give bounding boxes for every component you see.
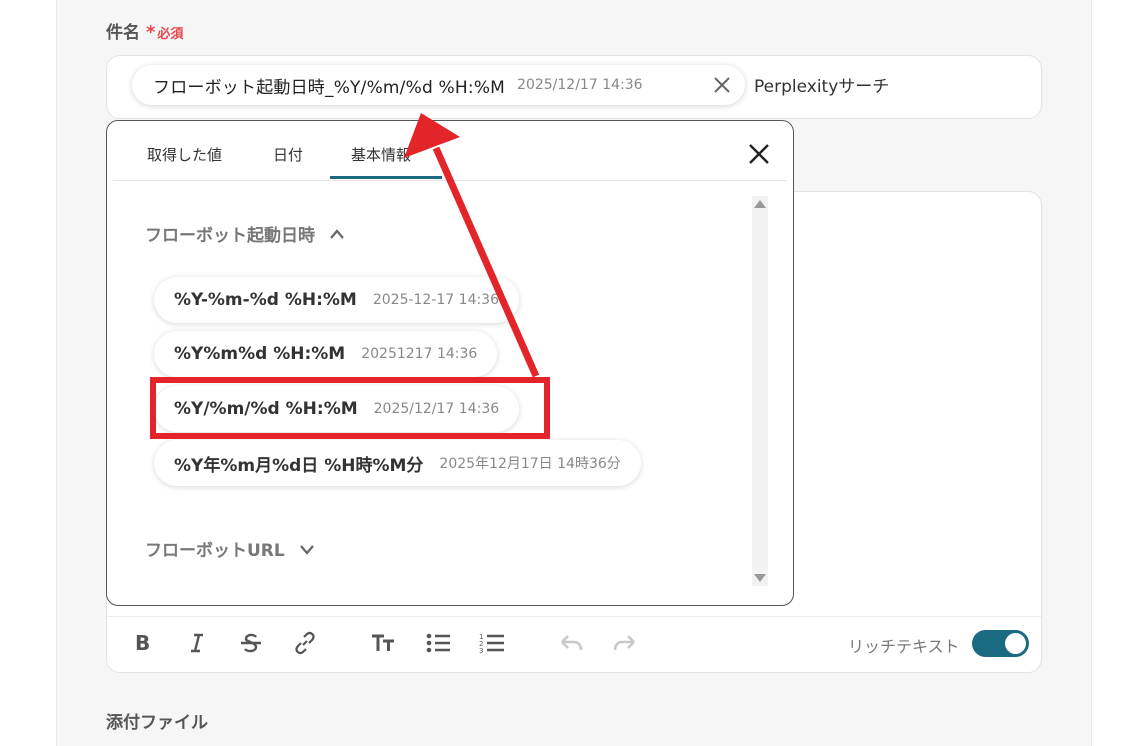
subject-suffix-text: Perplexityサーチ: [754, 77, 890, 97]
svg-text:B: B: [135, 631, 150, 655]
tab-acquired-values[interactable]: 取得した値: [147, 144, 222, 165]
close-icon[interactable]: [747, 142, 771, 166]
option-japanese-format[interactable]: %Y年%m月%d日 %H時%M分 2025年12月17日 14時36分: [154, 440, 641, 486]
option-value: 2025年12月17日 14時36分: [439, 456, 621, 472]
variable-picker-popup: 取得した値 日付 基本情報 フローボット起動日時 %Y-%m-%d %H:%M …: [106, 120, 794, 606]
subject-variable-chip[interactable]: フローボット起動日時_%Y/%m/%d %H:%M 2025/12/17 14:…: [132, 65, 745, 105]
bullet-list-icon[interactable]: [425, 630, 451, 656]
svg-text:3: 3: [479, 647, 483, 655]
scroll-down-icon[interactable]: [753, 573, 767, 583]
chevron-up-icon: [330, 228, 344, 239]
option-dash-format[interactable]: %Y-%m-%d %H:%M 2025-12-17 14:36: [154, 277, 520, 323]
strikethrough-icon[interactable]: [238, 630, 264, 656]
scrollbar-track[interactable]: [752, 196, 768, 586]
active-tab-indicator: [330, 176, 442, 179]
heading-icon[interactable]: [370, 630, 396, 656]
scroll-up-icon[interactable]: [753, 199, 767, 209]
undo-icon[interactable]: [558, 630, 584, 656]
required-star: *: [146, 22, 156, 43]
section-flowbot-start-datetime[interactable]: フローボット起動日時: [145, 221, 345, 246]
option-key: %Y%m%d %H:%M: [174, 344, 346, 364]
option-key: %Y-%m-%d %H:%M: [174, 290, 357, 310]
section-title: フローボットURL: [145, 541, 285, 561]
chevron-down-icon: [299, 544, 314, 555]
subject-label-text: 件名: [106, 23, 140, 43]
toggle-knob: [1005, 633, 1026, 654]
chip-key: フローボット起動日時_%Y/%m/%d %H:%M: [153, 77, 506, 98]
required-text: 必須: [157, 27, 184, 42]
section-title: フローボット起動日時: [145, 226, 315, 246]
option-value: 2025-12-17 14:36: [372, 292, 500, 308]
italic-icon[interactable]: [184, 630, 210, 656]
rich-text-toggle[interactable]: [972, 630, 1029, 657]
annotation-highlight-box: [150, 377, 550, 439]
attachment-label: 添付ファイル: [106, 713, 208, 733]
rich-text-label: リッチテキスト: [848, 637, 960, 656]
chip-value: 2025/12/17 14:36: [517, 77, 643, 93]
redo-icon[interactable]: [612, 630, 638, 656]
bold-icon[interactable]: B: [130, 630, 156, 656]
option-key: %Y年%m月%d日 %H時%M分: [174, 455, 424, 476]
subject-label: 件名 * 必須: [106, 18, 183, 43]
option-value: 20251217 14:36: [361, 346, 478, 362]
tab-divider: [113, 180, 787, 181]
numbered-list-icon[interactable]: 1 2 3: [479, 630, 505, 656]
close-icon[interactable]: [711, 74, 733, 96]
toolbar-divider: [107, 616, 1041, 617]
tab-date[interactable]: 日付: [273, 144, 303, 165]
link-icon[interactable]: [292, 630, 318, 656]
tab-basic-info[interactable]: 基本情報: [351, 144, 411, 165]
option-compact-format[interactable]: %Y%m%d %H:%M 20251217 14:36: [154, 331, 498, 377]
section-flowbot-url[interactable]: フローボットURL: [145, 536, 315, 561]
